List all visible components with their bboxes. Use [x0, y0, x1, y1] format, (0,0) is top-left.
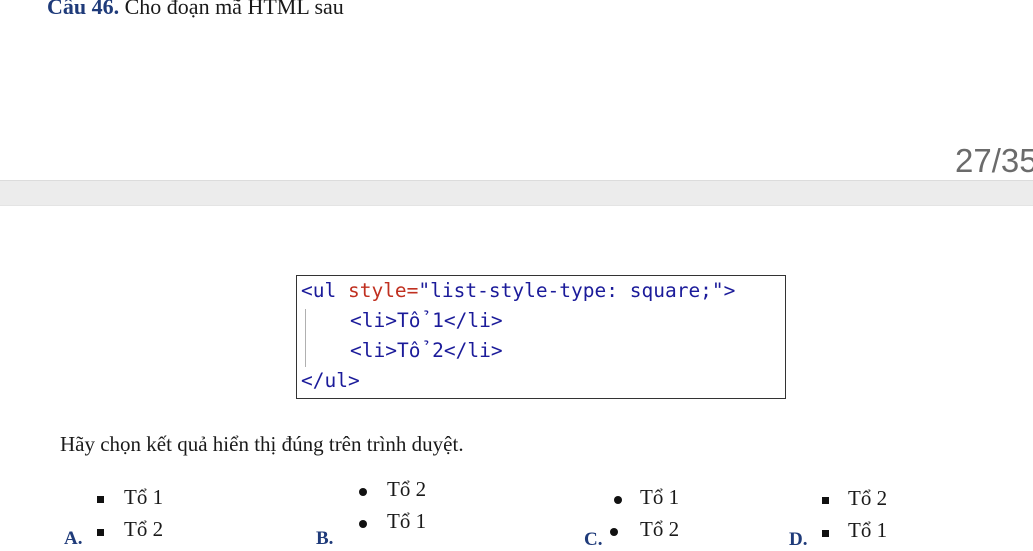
code-attr: style=	[347, 279, 419, 302]
square-bullet-icon	[822, 497, 829, 504]
square-bullet-icon	[97, 496, 104, 503]
question-number: Câu 46.	[47, 0, 120, 19]
option-c-item-2: Tổ 2	[640, 517, 680, 541]
option-a-label: A.	[64, 528, 83, 549]
option-b-item-2: Tổ 1	[387, 509, 427, 533]
indent-guide	[305, 309, 306, 367]
page-counter: 27/35	[955, 142, 1033, 179]
page-separator-band	[0, 180, 1033, 206]
option-c-label: C.	[584, 529, 603, 550]
disc-bullet-icon	[610, 528, 618, 536]
code-line-li-2: <li>Tổ 2</li>	[350, 339, 503, 362]
option-c-item-1: Tổ 1	[640, 485, 680, 509]
option-b-label: B.	[316, 528, 334, 549]
disc-bullet-icon	[614, 496, 622, 504]
question-prompt: Hãy chọn kết quả hiển thị đúng trên trìn…	[60, 432, 464, 456]
code-line-ul-close: </ul>	[301, 369, 360, 392]
square-bullet-icon	[822, 530, 829, 537]
code-tag-open: <ul	[301, 279, 348, 302]
code-line-li-1: <li>Tổ 1</li>	[350, 309, 503, 332]
code-snippet-box: <ul style="list-style-type: square;"> <l…	[296, 275, 786, 399]
option-a-item-1: Tổ 1	[124, 485, 164, 509]
option-d-item-1: Tổ 2	[848, 486, 888, 510]
option-a-item-2: Tổ 2	[124, 517, 164, 541]
square-bullet-icon	[97, 529, 104, 536]
disc-bullet-icon	[359, 488, 367, 496]
option-b-item-1: Tổ 2	[387, 477, 427, 501]
disc-bullet-icon	[359, 520, 367, 528]
option-d-item-2: Tổ 1	[848, 518, 888, 542]
code-attr-value: "list-style-type: square;"	[418, 279, 724, 302]
question-heading: Câu 46. Cho đoạn mã HTML sau	[47, 0, 344, 20]
question-text: Cho đoạn mã HTML sau	[124, 0, 344, 19]
option-d-label: D.	[789, 529, 808, 550]
code-tag-close: >	[723, 279, 736, 302]
code-line-ul-open: <ul style="list-style-type: square;">	[301, 276, 735, 306]
